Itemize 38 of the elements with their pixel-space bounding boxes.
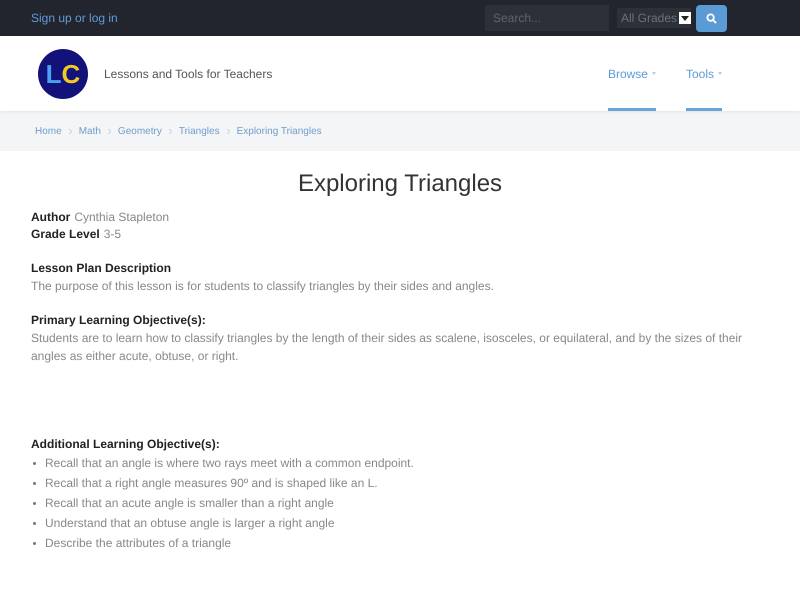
sign-up-link[interactable]: Sign up or log in [31, 9, 118, 27]
chevron-icon [108, 128, 111, 134]
caret-icon [679, 12, 691, 24]
chevron-icon [168, 128, 172, 134]
section-text: Students are to learn how to classify triangles by the length of their sides as scalene, isosceles, or equilateral, and by the sizes of their angles as either acute, obtuse, or right. [31, 330, 744, 365]
chevron-icon [68, 128, 72, 134]
bullet-icon [33, 462, 36, 464]
caret-icon [652, 72, 656, 75]
site-tagline: Lessons and Tools for Teachers [104, 66, 272, 82]
bullet-icon [33, 502, 36, 504]
objective-item: Describe the attributes of a triangle [45, 535, 232, 552]
site-logo[interactable]: LC [38, 48, 88, 98]
caret-icon [718, 72, 722, 75]
objective-item: Recall that a right angle measures 90º and is shaped like an L. [45, 475, 378, 492]
meta-label: Grade Level [31, 226, 100, 243]
search-icon [706, 12, 717, 24]
meta-value: 3-5 [104, 226, 122, 243]
grade-select[interactable]: All Grades [616, 8, 691, 28]
page-title: Exploring Triangles [296, 169, 504, 199]
breadcrumb-link[interactable]: Geometry [118, 124, 162, 138]
breadcrumb-link[interactable]: Math [78, 124, 101, 138]
objective-item: Recall that an acute angle is smaller than a right angle [45, 495, 334, 512]
bullet-icon [33, 482, 36, 484]
section-heading: Lesson Plan Description [31, 260, 172, 277]
search-button[interactable] [696, 4, 727, 32]
section-heading: Additional Learning Objective(s): [31, 436, 221, 453]
objective-item: Recall that an angle is where two rays meet with a common endpoint. [45, 455, 414, 472]
breadcrumb-link[interactable]: Home [35, 124, 62, 138]
chevron-icon [226, 128, 230, 134]
bullet-icon [33, 522, 36, 524]
meta-label: Author [31, 209, 70, 226]
objective-item: Understand that an obtuse angle is larger a right angle [45, 515, 335, 532]
section-text: The purpose of this lesson is for students to classify triangles by their sides and angles. [31, 278, 495, 295]
bullet-icon [33, 542, 36, 544]
meta-value: Cynthia Stapleton [74, 209, 170, 226]
breadcrumb-link[interactable]: Exploring Triangles [236, 124, 322, 138]
section-heading: Primary Learning Objective(s): [31, 312, 207, 329]
breadcrumb-link[interactable]: Triangles [178, 124, 220, 138]
